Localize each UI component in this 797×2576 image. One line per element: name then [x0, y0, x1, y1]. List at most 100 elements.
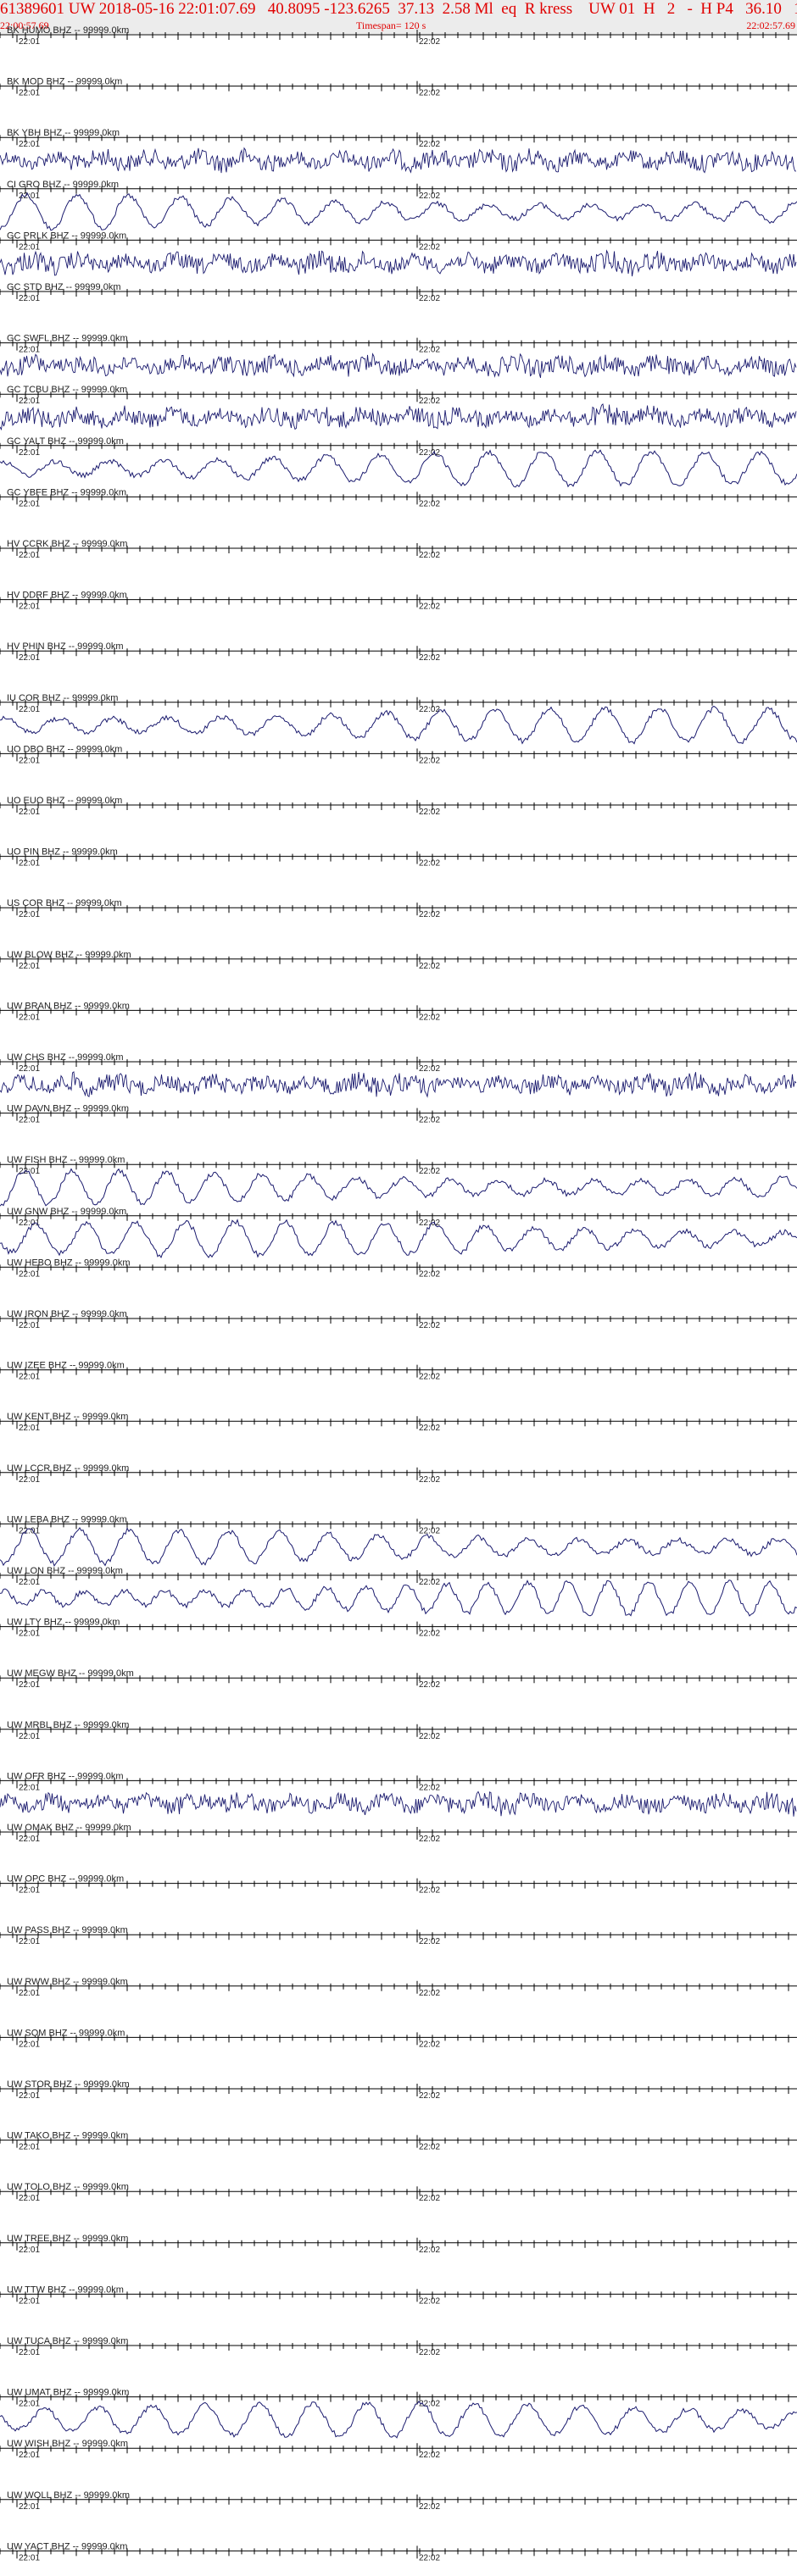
station-label: UW IZEE BHZ -- 99999.0km	[7, 1361, 125, 1371]
tick-label: 22:01	[19, 1732, 40, 1741]
tick-label: 22:02	[419, 1732, 440, 1741]
tick-label: 22:01	[19, 1629, 40, 1639]
tick-label: 22:02	[419, 2246, 440, 2255]
tick-label: 22:01	[19, 140, 40, 149]
station-label: GC TCBU BHZ -- 99999.0km	[7, 385, 127, 395]
tick-label: 22:01	[19, 808, 40, 817]
tick-label: 22:02	[419, 2348, 440, 2357]
tick-label: 22:01	[19, 1219, 40, 1228]
station-label: UW HEBO BHZ -- 99999.0km	[7, 1257, 130, 1268]
station-label: UW LEBA BHZ -- 99999.0km	[7, 1514, 127, 1524]
station-label: UW LCCR BHZ -- 99999.0km	[7, 1463, 129, 1474]
station-label: UW FISH BHZ -- 99999.0km	[7, 1155, 125, 1165]
tick-label: 22:02	[419, 2502, 440, 2512]
tick-label: 22:02	[419, 294, 440, 303]
trace-row: 22:01 22:02 UW OFR BHZ -- 99999.0km	[0, 1771, 797, 1817]
tick-label: 22:01	[19, 1424, 40, 1433]
waveform-trace	[0, 1071, 797, 1098]
trace-row: 22:01 22:02 GC PRLK BHZ -- 99999.0km	[0, 230, 797, 277]
trace-row: 22:01 22:02 UW FISH BHZ -- 99999.0km	[0, 1155, 797, 1207]
tick-label: 22:02	[419, 346, 440, 355]
tick-label: 22:02	[419, 2451, 440, 2460]
tick-label: 22:02	[419, 89, 440, 98]
waveform-trace	[0, 192, 797, 231]
trace-row: 22:01 22:02 UW TREE BHZ -- 99999.0km	[0, 2234, 797, 2255]
waveform-trace	[0, 147, 797, 174]
station-label: UW TREE BHZ -- 99999.0km	[7, 2234, 128, 2244]
tick-label: 22:02	[419, 2400, 440, 2409]
station-label: UW IRON BHZ -- 99999.0km	[7, 1309, 127, 1319]
station-label: UW BLOW BHZ -- 99999.0km	[7, 950, 131, 960]
tick-label: 22:02	[419, 602, 440, 612]
trace-row: 22:01 22:02 UW WOLL BHZ -- 99999.0km	[0, 2490, 797, 2512]
tick-label: 22:01	[19, 1116, 40, 1125]
waveform-trace	[0, 1527, 797, 1568]
tick-label: 22:02	[419, 551, 440, 560]
tick-label: 22:02	[419, 37, 440, 47]
tick-label: 22:01	[19, 499, 40, 508]
trace-row: 22:01 22:02 GC YBFE BHZ -- 99999.0km	[0, 487, 797, 508]
waveform-trace	[0, 449, 797, 488]
trace-row: 22:01 22:02 UW CHS BHZ -- 99999.0km	[0, 1052, 797, 1098]
station-label: CI GRO BHZ -- 99999.0km	[7, 180, 119, 190]
tick-label: 22:02	[419, 1886, 440, 1896]
station-label: HV DDRF BHZ -- 99999.0km	[7, 591, 127, 601]
tick-label: 22:01	[19, 1989, 40, 1998]
tick-label: 22:01	[19, 2348, 40, 2357]
tick-label: 22:01	[19, 756, 40, 765]
tick-label: 22:01	[19, 448, 40, 458]
station-label: HV CCRK BHZ -- 99999.0km	[7, 539, 127, 549]
trace-row: 22:01 22:02 UW SQM BHZ -- 99999.0km	[0, 2028, 797, 2049]
tick-label: 22:01	[19, 1373, 40, 1382]
trace-row: 22:01 22:02 UW BLOW BHZ -- 99999.0km	[0, 950, 797, 971]
tick-label: 22:01	[19, 1937, 40, 1946]
tick-label: 22:02	[419, 1373, 440, 1382]
tick-label: 22:02	[419, 808, 440, 817]
trace-row: 22:01 22:02 UW BRAN BHZ -- 99999.0km	[0, 1001, 797, 1022]
station-label: UO PIN BHZ -- 99999.0km	[7, 847, 118, 858]
waveform-trace	[0, 403, 797, 431]
tick-label: 22:02	[419, 242, 440, 252]
trace-row: 22:01 22:02 BK YBH BHZ -- 99999.0km	[0, 128, 797, 174]
tick-label: 22:02	[419, 2194, 440, 2203]
seismogram-panel: 22:01 22:02BK HUMO BHZ -- 99999.0km22:01 2…	[0, 25, 797, 2562]
waveform-trace	[0, 1219, 797, 1258]
waveform-trace	[0, 1790, 797, 1817]
trace-row: 22:01 22:02 UW PASS BHZ -- 99999.0km	[0, 1925, 797, 1946]
tick-label: 22:01	[19, 2400, 40, 2409]
trace-row: 22:01 22:02 UW LTY BHZ -- 99999.0km	[0, 1618, 797, 1639]
trace-row: 22:01 22:02 UW UMAT BHZ -- 99999.0km	[0, 2388, 797, 2439]
station-label: HV PHIN BHZ -- 99999.0km	[7, 641, 124, 652]
station-label: UW SQM BHZ -- 99999.0km	[7, 2028, 125, 2038]
trace-row: 22:01 22:02 UW MRBL BHZ -- 99999.0km	[0, 1720, 797, 1741]
tick-label: 22:02	[419, 859, 440, 869]
station-label: UW MEGW BHZ -- 99999.0km	[7, 1668, 134, 1679]
station-label: UW KENT BHZ -- 99999.0km	[7, 1412, 128, 1422]
tick-label: 22:02	[419, 756, 440, 765]
waveform-trace	[0, 2401, 797, 2439]
tick-label: 22:01	[19, 1835, 40, 1844]
tick-label: 22:01	[19, 1886, 40, 1896]
station-label: UW TTW BHZ -- 99999.0km	[7, 2285, 124, 2295]
axis-ticks	[0, 699, 789, 708]
trace-row: 22:01 22:02 HV DDRF BHZ -- 99999.0km	[0, 591, 797, 612]
trace-row: 22:01 22:02 GC SWFL BHZ -- 99999.0km	[0, 334, 797, 379]
trace-row: 22:01 22:02 UW YACT BHZ -- 99999.0km	[0, 2541, 797, 2562]
trace-row: 22:01 22:02 US COR BHZ -- 99999.0km	[0, 898, 797, 919]
trace-row: 22:01 22:02 UO PIN BHZ -- 99999.0km	[0, 847, 797, 869]
trace-row: 22:01 22:02 UW TAKO BHZ -- 99999.0km	[0, 2131, 797, 2152]
tick-label: 22:02	[419, 2091, 440, 2101]
tick-label: 22:01	[19, 2296, 40, 2306]
waveform-trace	[0, 1168, 797, 1207]
station-label: UW OMAK BHZ -- 99999.0km	[7, 1823, 131, 1833]
tick-label: 22:02	[419, 1269, 440, 1279]
tick-label: 22:01	[19, 962, 40, 971]
tick-label: 22:02	[419, 1835, 440, 1844]
station-label: UW WISH BHZ -- 99999.0km	[7, 2439, 128, 2449]
tick-label: 22:02	[419, 2143, 440, 2152]
trace-row: 22:01 22:02 UW LON BHZ -- 99999.0km	[0, 1566, 797, 1617]
tick-label: 22:01	[19, 1321, 40, 1330]
tick-label: 22:01	[19, 602, 40, 612]
station-label: UW RWW BHZ -- 99999.0km	[7, 1977, 128, 1987]
station-label: GC YALT BHZ -- 99999.0km	[7, 436, 124, 447]
